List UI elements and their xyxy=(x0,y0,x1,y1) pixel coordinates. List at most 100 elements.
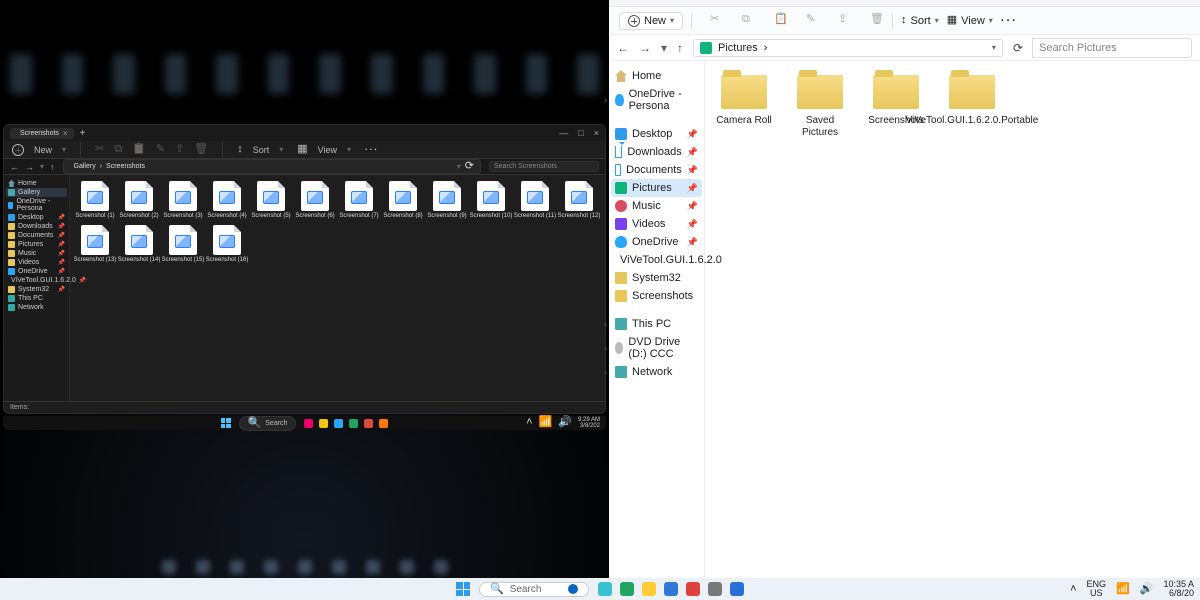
sidebar-item[interactable]: Gallery xyxy=(6,188,67,197)
sidebar-item[interactable]: Screenshots xyxy=(611,287,702,305)
paste-icon[interactable]: 📋 xyxy=(774,14,788,28)
wifi-icon[interactable]: 📶 xyxy=(1116,584,1130,595)
crumb-seg[interactable]: Screenshots xyxy=(106,163,145,170)
crumb-seg[interactable]: Gallery xyxy=(74,163,96,170)
file-item[interactable]: Screenshot (12) xyxy=(560,181,598,219)
folder-item[interactable]: Screenshots xyxy=(867,75,925,138)
chevron-down-icon[interactable]: ▾ xyxy=(992,43,996,52)
sidebar-item[interactable]: OneDrive - Persona xyxy=(6,197,67,213)
sidebar-item[interactable]: ViVeTool.GUI.1.6.2.0📌 xyxy=(6,276,67,285)
chevron-up-icon[interactable]: ˄ xyxy=(1070,584,1076,595)
file-item[interactable]: Screenshot (5) xyxy=(252,181,290,219)
sidebar-item[interactable]: Home xyxy=(6,179,67,188)
sidebar-item[interactable]: Network xyxy=(6,303,67,312)
back-icon[interactable]: ← xyxy=(617,41,629,55)
sidebar-item[interactable]: Music📌 xyxy=(6,249,67,258)
sidebar-item[interactable]: Documents📌 xyxy=(611,161,702,179)
new-button[interactable]: New ▾ xyxy=(619,12,683,30)
history-icon[interactable]: ▾ xyxy=(661,41,667,55)
delete-icon[interactable]: 🗑 xyxy=(870,14,884,28)
dark-tab[interactable]: Screenshots × xyxy=(10,128,74,139)
sidebar-item[interactable]: Videos📌 xyxy=(6,258,67,267)
file-item[interactable]: Screenshot (9) xyxy=(428,181,466,219)
paste-icon[interactable]: 📋 xyxy=(132,144,146,155)
file-item[interactable]: Screenshot (14) xyxy=(120,225,158,263)
sidebar-item[interactable]: Downloads📌 xyxy=(6,222,67,231)
copy-icon[interactable]: ⧉ xyxy=(114,144,122,155)
dark-content[interactable]: Screenshot (1)Screenshot (2)Screenshot (… xyxy=(70,175,605,401)
view-button[interactable]: ▦ View ▾ xyxy=(947,15,993,27)
light-breadcrumb[interactable]: Pictures › ▾ xyxy=(693,39,1003,57)
clock[interactable]: 10:35 A6/8/20 xyxy=(1163,580,1194,598)
folder-item[interactable]: Camera Roll xyxy=(715,75,773,138)
dark-breadcrumb[interactable]: Gallery › Screenshots ▾ ⟳ xyxy=(63,159,481,174)
light-search-input[interactable]: Search Pictures xyxy=(1032,38,1192,58)
maximize-icon[interactable]: □ xyxy=(578,128,583,138)
sidebar-item[interactable]: Desktop📌 xyxy=(6,213,67,222)
app-icon[interactable] xyxy=(334,419,343,428)
language-indicator[interactable]: ENGUS xyxy=(1087,580,1107,598)
sidebar-item[interactable]: ›OneDrive - Persona xyxy=(611,85,702,115)
taskbar-app-icon[interactable] xyxy=(686,582,700,596)
forward-icon[interactable]: → xyxy=(639,41,651,55)
light-content[interactable]: Camera RollSaved PicturesScreenshotsViVe… xyxy=(705,61,1200,582)
chevron-right-icon[interactable]: › xyxy=(604,367,607,377)
taskbar-app-icon[interactable] xyxy=(730,582,744,596)
sidebar-item[interactable]: ViVeTool.GUI.1.6.2.0 xyxy=(611,251,702,269)
sidebar-item[interactable]: Pictures📌 xyxy=(6,240,67,249)
chevron-down-icon[interactable]: ▾ xyxy=(457,162,461,171)
sidebar-item[interactable]: Documents📌 xyxy=(6,231,67,240)
chevron-right-icon[interactable]: › xyxy=(604,343,607,353)
clock-date[interactable]: 3/8/202 xyxy=(578,423,600,429)
file-item[interactable]: Screenshot (2) xyxy=(120,181,158,219)
file-item[interactable]: Screenshot (11) xyxy=(516,181,554,219)
app-icon[interactable] xyxy=(319,419,328,428)
minimize-icon[interactable]: — xyxy=(559,128,568,138)
file-item[interactable]: Screenshot (15) xyxy=(164,225,202,263)
app-icon[interactable] xyxy=(349,419,358,428)
cut-icon[interactable]: ✂ xyxy=(710,14,724,28)
file-item[interactable]: Screenshot (1) xyxy=(76,181,114,219)
file-item[interactable]: Screenshot (8) xyxy=(384,181,422,219)
sidebar-item[interactable]: Home xyxy=(611,67,702,85)
sidebar-item[interactable]: ›This PC xyxy=(611,315,702,333)
taskbar-app-icon[interactable] xyxy=(642,582,656,596)
sidebar-item[interactable]: ›Network xyxy=(611,363,702,381)
close-tab-icon[interactable]: × xyxy=(63,129,68,138)
rename-icon[interactable]: ✎ xyxy=(156,144,165,155)
sidebar-item[interactable]: OneDrive📌 xyxy=(611,233,702,251)
share-icon[interactable]: ⇪ xyxy=(838,14,852,28)
app-icon[interactable] xyxy=(364,419,373,428)
new-button[interactable]: New xyxy=(34,145,52,155)
new-tab-button[interactable]: + xyxy=(80,128,86,139)
sidebar-item[interactable]: Pictures📌 xyxy=(611,179,702,197)
sidebar-item[interactable]: Downloads📌 xyxy=(611,143,702,161)
start-button[interactable] xyxy=(456,582,470,596)
up-icon[interactable]: ↑ xyxy=(50,162,55,172)
file-item[interactable]: Screenshot (6) xyxy=(296,181,334,219)
file-item[interactable]: Screenshot (7) xyxy=(340,181,378,219)
taskbar-app-icon[interactable] xyxy=(708,582,722,596)
copy-icon[interactable]: ⧉ xyxy=(742,14,756,28)
start-button[interactable] xyxy=(221,418,231,428)
more-button[interactable]: ··· xyxy=(365,145,379,154)
file-item[interactable]: Screenshot (3) xyxy=(164,181,202,219)
share-icon[interactable]: ⇪ xyxy=(175,144,184,155)
sidebar-item[interactable]: System32📌 xyxy=(6,285,67,294)
forward-icon[interactable]: → xyxy=(25,162,34,172)
app-icon[interactable] xyxy=(304,419,313,428)
sidebar-item[interactable]: Desktop📌 xyxy=(611,125,702,143)
delete-icon[interactable]: 🗑 xyxy=(194,144,208,155)
refresh-icon[interactable]: ⟳ xyxy=(1013,42,1023,54)
crumb-seg[interactable]: Pictures xyxy=(718,42,758,54)
taskbar-search[interactable]: 🔍 Search xyxy=(479,582,589,597)
chevron-right-icon[interactable]: › xyxy=(604,319,607,329)
file-item[interactable]: Screenshot (16) xyxy=(208,225,246,263)
folder-item[interactable]: ViVeTool.GUI.1.6.2.0.Portable xyxy=(943,75,1001,138)
sidebar-item[interactable]: Music📌 xyxy=(611,197,702,215)
cut-icon[interactable]: ✂ xyxy=(95,144,104,155)
volume-icon[interactable]: 🔊 xyxy=(558,417,572,429)
rename-icon[interactable]: ✎ xyxy=(806,14,820,28)
app-icon[interactable] xyxy=(379,419,388,428)
refresh-icon[interactable]: ⟳ xyxy=(465,161,474,172)
